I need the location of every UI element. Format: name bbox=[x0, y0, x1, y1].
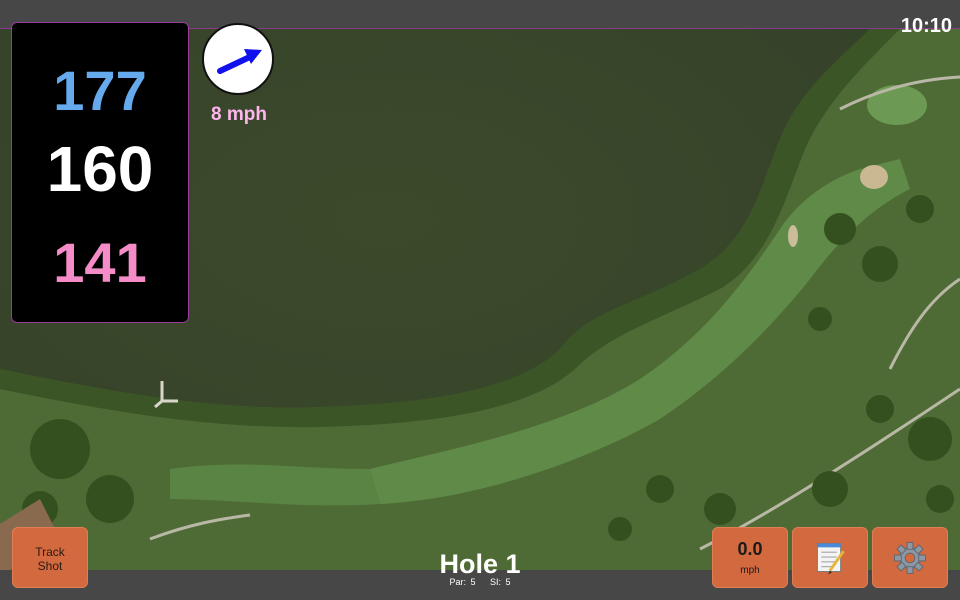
front-distance: 141 bbox=[53, 231, 147, 294]
wind-speed-label: 8 mph bbox=[211, 104, 267, 125]
distance-panel: 177 160 141 bbox=[11, 22, 189, 323]
settings-button[interactable] bbox=[872, 527, 948, 588]
wind-direction-dial bbox=[202, 23, 274, 95]
par-label: Par: 5 bbox=[449, 577, 476, 587]
stroke-index-label: SI: 5 bbox=[490, 577, 511, 587]
center-distance: 160 bbox=[46, 133, 154, 205]
clock: 10:10 bbox=[900, 15, 952, 37]
speed-value: 0.0 bbox=[737, 539, 763, 559]
notepad-icon bbox=[816, 542, 845, 575]
hole-title: Hole 1 bbox=[439, 549, 521, 579]
scorecard-notes-button[interactable] bbox=[792, 527, 868, 588]
back-distance: 177 bbox=[53, 59, 147, 122]
track-shot-label-line1: Track bbox=[35, 545, 65, 559]
track-shot-button[interactable]: Track Shot bbox=[12, 527, 88, 588]
wind-direction-arrow-icon bbox=[217, 49, 262, 74]
speed-unit: mph bbox=[740, 565, 760, 576]
track-shot-label-line2: Shot bbox=[37, 559, 63, 573]
speed-button[interactable]: 0.0 mph bbox=[712, 527, 788, 588]
hole-info: Par: 5 SI: 5 bbox=[380, 577, 580, 587]
gear-icon bbox=[894, 542, 926, 574]
